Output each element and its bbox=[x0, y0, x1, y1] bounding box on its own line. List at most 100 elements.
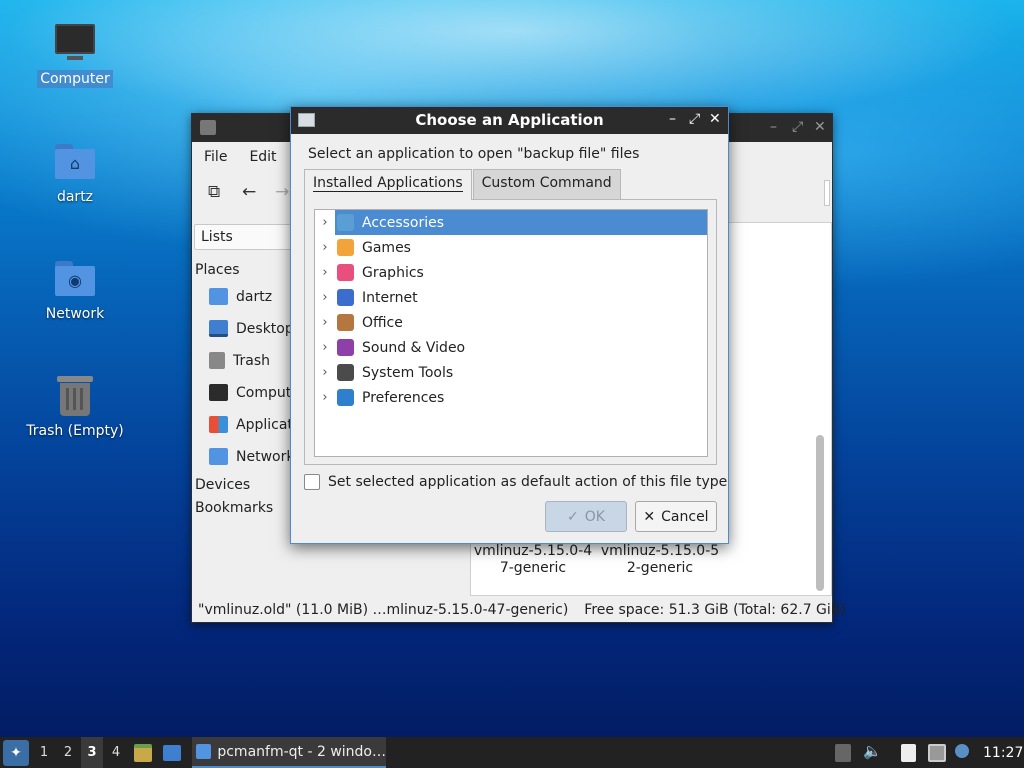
choose-application-dialog: Choose an Application – ⤢ ✕ Select an ap… bbox=[290, 106, 729, 544]
workspace-3[interactable]: 3 bbox=[81, 737, 103, 768]
category-item[interactable]: Internet bbox=[335, 285, 707, 310]
dialog-prompt: Select an application to open "backup fi… bbox=[308, 146, 640, 162]
category-item[interactable]: Accessories bbox=[335, 210, 707, 235]
expand-arrow-icon[interactable]: › bbox=[315, 290, 335, 305]
expand-arrow-icon[interactable]: › bbox=[315, 265, 335, 280]
back-arrow-icon[interactable]: ← bbox=[242, 182, 256, 202]
category-item[interactable]: Preferences bbox=[335, 385, 707, 410]
category-label: System Tools bbox=[362, 364, 454, 381]
category-label: Sound & Video bbox=[362, 339, 466, 356]
new-tab-icon[interactable]: ⧉ bbox=[208, 182, 220, 202]
forward-arrow-icon[interactable]: → bbox=[275, 182, 289, 202]
places-heading[interactable]: Places bbox=[195, 262, 240, 278]
network-folder-icon: ◉ bbox=[53, 257, 97, 301]
desktop-icon-computer[interactable]: Computer bbox=[20, 22, 130, 88]
check-icon: ✓ bbox=[567, 508, 579, 525]
menu-edit[interactable]: Edit bbox=[249, 149, 276, 165]
category-item[interactable]: Office bbox=[335, 310, 707, 335]
sound-video-icon bbox=[337, 339, 354, 356]
expand-arrow-icon[interactable]: › bbox=[315, 215, 335, 230]
file-item[interactable]: vmlinuz-5.15.0-4 7-generic bbox=[473, 543, 593, 577]
scrollbar[interactable] bbox=[816, 435, 824, 591]
category-row[interactable]: › Internet bbox=[315, 285, 707, 310]
file-manager-launcher-icon[interactable] bbox=[134, 744, 152, 762]
close-icon[interactable]: ✕ bbox=[709, 111, 721, 127]
tab-installed-applications[interactable]: Installed Applications bbox=[304, 169, 472, 200]
show-desktop-icon[interactable] bbox=[163, 745, 181, 761]
network-status-icon[interactable] bbox=[928, 744, 946, 762]
graphics-icon bbox=[337, 264, 354, 281]
tab-bar: Installed Applications Custom Command bbox=[304, 169, 621, 200]
category-label: Games bbox=[362, 239, 411, 256]
system-tools-icon bbox=[337, 364, 354, 381]
folder-icon bbox=[196, 744, 212, 759]
workspace-1[interactable]: 1 bbox=[33, 737, 55, 768]
cancel-button[interactable]: ✕ Cancel bbox=[635, 501, 717, 532]
tab-custom-command[interactable]: Custom Command bbox=[472, 169, 621, 199]
bookmarks-heading[interactable]: Bookmarks bbox=[195, 500, 273, 516]
dialog-titlebar[interactable]: Choose an Application – ⤢ ✕ bbox=[291, 107, 728, 134]
tray-up-arrow-icon[interactable] bbox=[835, 744, 851, 762]
default-action-row[interactable]: Set selected application as default acti… bbox=[304, 474, 727, 490]
workspace-2[interactable]: 2 bbox=[57, 737, 79, 768]
expand-arrow-icon[interactable]: › bbox=[315, 315, 335, 330]
devices-heading[interactable]: Devices bbox=[195, 477, 250, 493]
category-row[interactable]: › Sound & Video bbox=[315, 335, 707, 360]
workspace-4[interactable]: 4 bbox=[105, 737, 127, 768]
trash-icon bbox=[209, 352, 225, 369]
place-item-trash[interactable]: Trash bbox=[209, 352, 270, 369]
category-row[interactable]: › Preferences bbox=[315, 385, 707, 410]
category-label: Graphics bbox=[362, 264, 424, 281]
side-pane-mode-select[interactable]: Lists bbox=[194, 224, 294, 250]
category-row[interactable]: › System Tools bbox=[315, 360, 707, 385]
update-notifier-icon[interactable] bbox=[955, 744, 969, 758]
folder-icon bbox=[200, 120, 216, 135]
desktop-icon-label: Computer bbox=[37, 70, 113, 88]
category-row[interactable]: › Accessories bbox=[315, 210, 707, 235]
place-item-network[interactable]: Network bbox=[209, 448, 294, 465]
maximize-icon[interactable]: ⤢ bbox=[792, 119, 803, 135]
close-icon[interactable]: ✕ bbox=[814, 119, 826, 135]
category-item[interactable]: System Tools bbox=[335, 360, 707, 385]
clipboard-icon[interactable] bbox=[901, 744, 916, 762]
category-item[interactable]: Games bbox=[335, 235, 707, 260]
category-row[interactable]: › Games bbox=[315, 235, 707, 260]
application-tree[interactable]: › Accessories › Games › Graphics › Internet › Off… bbox=[314, 209, 708, 457]
category-label: Accessories bbox=[362, 214, 445, 231]
category-item[interactable]: Graphics bbox=[335, 260, 707, 285]
desktop-icon-label: Trash (Empty) bbox=[26, 423, 124, 439]
default-action-label: Set selected application as default acti… bbox=[328, 474, 728, 490]
desktop-icon-home[interactable]: ⌂ dartz bbox=[20, 140, 130, 206]
applications-icon bbox=[209, 416, 228, 433]
category-row[interactable]: › Graphics bbox=[315, 260, 707, 285]
path-bar[interactable] bbox=[824, 180, 830, 206]
expand-arrow-icon[interactable]: › bbox=[315, 340, 335, 355]
category-row[interactable]: › Office bbox=[315, 310, 707, 335]
taskbar-task-pcmanfm[interactable]: pcmanfm-qt - 2 windo… bbox=[192, 737, 386, 768]
default-action-checkbox[interactable] bbox=[304, 474, 320, 490]
expand-arrow-icon[interactable]: › bbox=[315, 390, 335, 405]
minimize-icon[interactable]: – bbox=[669, 111, 676, 127]
tab-panel: › Accessories › Games › Graphics › Internet › Off… bbox=[304, 199, 717, 465]
volume-icon[interactable]: 🔈 bbox=[863, 742, 882, 760]
maximize-icon[interactable]: ⤢ bbox=[689, 111, 700, 127]
start-menu-icon[interactable]: ✦ bbox=[3, 740, 29, 766]
category-label: Office bbox=[362, 314, 403, 331]
file-item[interactable]: vmlinuz-5.15.0-5 2-generic bbox=[600, 543, 720, 577]
menu-file[interactable]: File bbox=[204, 149, 227, 165]
expand-arrow-icon[interactable]: › bbox=[315, 240, 335, 255]
status-selection: "vmlinuz.old" (11.0 MiB) …mlinuz-5.15.0-… bbox=[198, 602, 569, 618]
network-folder-icon bbox=[209, 448, 228, 465]
clock[interactable]: 11:27 bbox=[983, 737, 1023, 768]
desktop-icon-trash[interactable]: Trash (Empty) bbox=[20, 374, 130, 440]
expand-arrow-icon[interactable]: › bbox=[315, 365, 335, 380]
category-item[interactable]: Sound & Video bbox=[335, 335, 707, 360]
computer-icon bbox=[209, 384, 228, 401]
desktop-icon-network[interactable]: ◉ Network bbox=[20, 257, 130, 323]
place-item-desktop[interactable]: Desktop bbox=[209, 320, 294, 337]
trash-icon bbox=[53, 374, 97, 418]
ok-button[interactable]: ✓ OK bbox=[545, 501, 627, 532]
place-item-home[interactable]: dartz bbox=[209, 288, 272, 305]
minimize-icon[interactable]: – bbox=[770, 119, 777, 135]
category-label: Internet bbox=[362, 289, 418, 306]
